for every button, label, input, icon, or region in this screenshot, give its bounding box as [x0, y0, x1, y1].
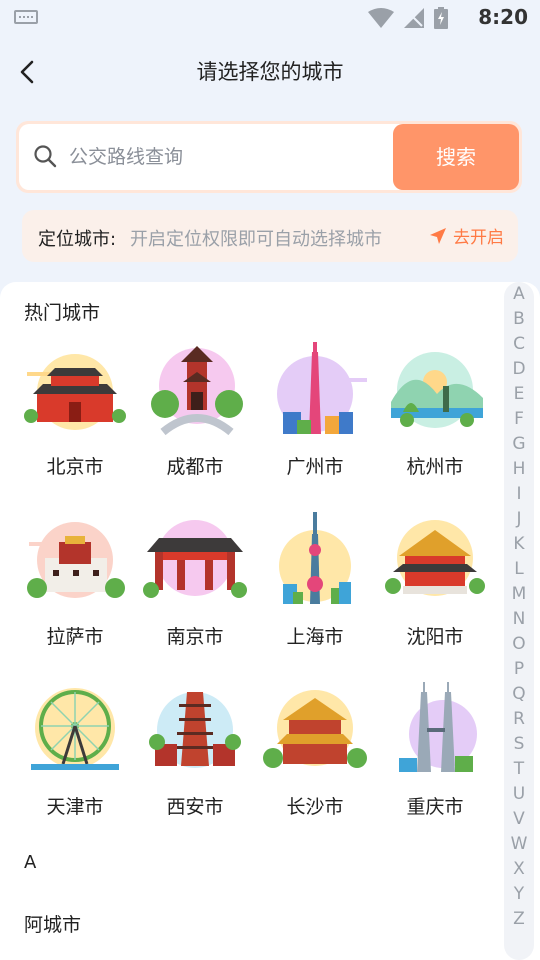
search-box: 公交路线查询 搜索 — [16, 121, 522, 193]
city-name: 北京市 — [46, 456, 104, 478]
city-item-chongqing[interactable]: 重庆市 — [375, 682, 495, 819]
xian-landmark-icon — [149, 692, 241, 768]
index-letter-w[interactable]: W — [504, 834, 534, 854]
index-letter-q[interactable]: Q — [504, 684, 534, 704]
city-item-chengdu[interactable]: 成都市 — [135, 342, 255, 479]
clock: 8:20 — [478, 5, 528, 29]
index-letter-u[interactable]: U — [504, 784, 534, 804]
index-letter-y[interactable]: Y — [504, 884, 534, 904]
city-item-changsha[interactable]: 长沙市 — [255, 682, 375, 819]
shenyang-landmark-icon — [385, 520, 485, 596]
index-letter-j[interactable]: J — [504, 509, 534, 529]
city-name: 杭州市 — [406, 456, 464, 478]
index-letter-n[interactable]: N — [504, 609, 534, 629]
city-name: 南京市 — [166, 626, 224, 648]
changsha-landmark-icon — [263, 690, 367, 768]
status-bar: 8:20 — [0, 0, 540, 36]
city-name: 西安市 — [166, 796, 224, 818]
city-name: 重庆市 — [406, 796, 464, 818]
index-letter-k[interactable]: K — [504, 534, 534, 554]
index-letter-v[interactable]: V — [504, 809, 534, 829]
index-letter-o[interactable]: O — [504, 634, 534, 654]
index-letter-m[interactable]: M — [504, 584, 534, 604]
location-hint: 开启定位权限即可自动选择城市 — [130, 229, 382, 250]
city-name: 沈阳市 — [406, 626, 464, 648]
index-letter-p[interactable]: P — [504, 659, 534, 679]
city-item-xian[interactable]: 西安市 — [135, 682, 255, 819]
shanghai-landmark-icon — [279, 512, 351, 604]
city-item-shenyang[interactable]: 沈阳市 — [375, 512, 495, 649]
nanjing-landmark-icon — [143, 520, 247, 598]
navigation-arrow-icon — [430, 227, 446, 244]
search-input[interactable]: 公交路线查询 — [69, 124, 183, 190]
index-letter-t[interactable]: T — [504, 759, 534, 779]
location-label: 定位城市: — [38, 229, 117, 250]
top-bar: 请选择您的城市 — [0, 44, 540, 100]
city-item-shanghai[interactable]: 上海市 — [255, 512, 375, 649]
no-signal-icon — [404, 8, 424, 28]
index-letter-s[interactable]: S — [504, 734, 534, 754]
index-letter-f[interactable]: F — [504, 409, 534, 429]
index-letter-a[interactable]: A — [504, 284, 534, 304]
enable-location-label: 去开启 — [453, 228, 504, 248]
city-item-beijing[interactable]: 北京市 — [15, 342, 135, 479]
index-letter-h[interactable]: H — [504, 459, 534, 479]
wifi-icon — [368, 8, 394, 28]
letter-heading: A — [24, 852, 37, 873]
search-button[interactable]: 搜索 — [393, 124, 519, 190]
city-item-hangzhou[interactable]: 杭州市 — [375, 342, 495, 479]
index-letter-z[interactable]: Z — [504, 909, 534, 929]
city-name: 广州市 — [286, 456, 344, 478]
index-letter-c[interactable]: C — [504, 334, 534, 354]
beijing-landmark-icon — [24, 354, 126, 430]
page-title: 请选择您的城市 — [196, 60, 344, 84]
city-panel: 热门城市 北京市 成都市 广州市 杭州市 拉萨市 南京市 上海市 沈阳市 天津市… — [0, 282, 540, 960]
index-letter-r[interactable]: R — [504, 709, 534, 729]
city-item-lhasa[interactable]: 拉萨市 — [15, 512, 135, 649]
lhasa-landmark-icon — [27, 522, 125, 598]
city-name: 成都市 — [166, 456, 224, 478]
index-letter-i[interactable]: I — [504, 484, 534, 504]
hot-cities-title: 热门城市 — [24, 302, 101, 324]
index-letter-l[interactable]: L — [504, 559, 534, 579]
city-item-guangzhou[interactable]: 广州市 — [255, 342, 375, 479]
battery-charging-icon — [434, 7, 448, 29]
city-name: 天津市 — [46, 796, 104, 818]
city-list-item[interactable]: 阿城市 — [24, 910, 81, 937]
index-letter-d[interactable]: D — [504, 359, 534, 379]
index-letter-e[interactable]: E — [504, 384, 534, 404]
city-name: 拉萨市 — [46, 626, 104, 648]
hangzhou-landmark-icon — [391, 352, 483, 428]
guangzhou-landmark-icon — [277, 342, 367, 434]
index-letter-g[interactable]: G — [504, 434, 534, 454]
city-name: 上海市 — [286, 626, 344, 648]
enable-location-link[interactable]: 去开启 — [429, 223, 504, 248]
tianjin-landmark-icon — [31, 688, 119, 770]
search-icon — [34, 145, 57, 168]
city-item-tianjin[interactable]: 天津市 — [15, 682, 135, 819]
keyboard-icon — [14, 10, 38, 24]
chongqing-landmark-icon — [399, 682, 477, 772]
alphabet-index[interactable]: A B C D E F G H I J K L M N O P Q R S T … — [504, 282, 534, 960]
index-letter-x[interactable]: X — [504, 859, 534, 879]
location-bar: 定位城市: 开启定位权限即可自动选择城市 去开启 — [22, 210, 518, 262]
index-letter-b[interactable]: B — [504, 309, 534, 329]
chengdu-landmark-icon — [151, 346, 243, 436]
city-name: 长沙市 — [286, 796, 344, 818]
city-item-nanjing[interactable]: 南京市 — [135, 512, 255, 649]
